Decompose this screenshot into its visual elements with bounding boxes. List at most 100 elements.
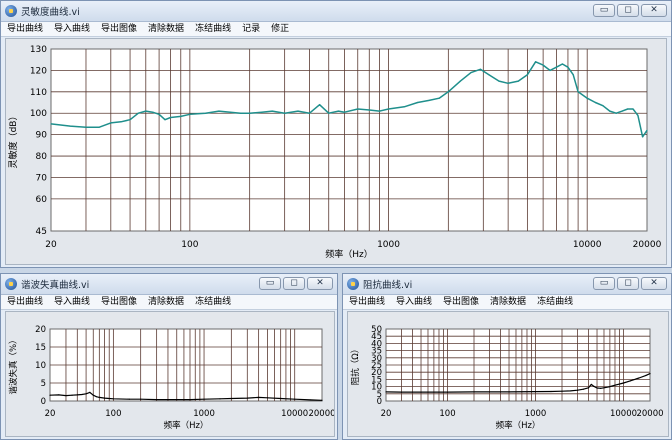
- data-point: [590, 383, 592, 386]
- data-point: [167, 398, 169, 401]
- data-point: [297, 110, 299, 112]
- data-point: [488, 74, 490, 76]
- menu-import-curve[interactable]: 导入曲线: [396, 295, 432, 309]
- menu-freeze-curve[interactable]: 冻结曲线: [537, 295, 573, 309]
- data-point: [368, 109, 370, 111]
- menu-import-curve[interactable]: 导入曲线: [54, 295, 90, 309]
- y-tick-label: 120: [30, 66, 47, 76]
- x-tick-label: 20000: [636, 409, 663, 419]
- x-tick-label: 1000: [525, 409, 547, 419]
- data-point: [561, 390, 563, 392]
- menu-import-curve[interactable]: 导入曲线: [54, 22, 90, 36]
- x-tick-label: 1000: [193, 409, 215, 419]
- data-point: [641, 136, 644, 138]
- y-tick-label: 45: [36, 227, 47, 237]
- data-point: [294, 398, 296, 400]
- data-point: [385, 391, 387, 393]
- minimize-button[interactable]: ▭: [259, 277, 281, 290]
- impedance-chart[interactable]: 0510152025303540455020 100 1000 10000 20000频…: [348, 312, 668, 436]
- data-point: [308, 112, 311, 114]
- data-point: [594, 101, 597, 104]
- sensitivity-chart[interactable]: 45 60 70 80 90 100 110 120 130 20 100 1000 10000 2000…: [6, 39, 666, 264]
- data-point: [535, 61, 537, 63]
- data-point: [239, 112, 242, 114]
- data-point: [555, 66, 558, 68]
- close-button[interactable]: ✕: [641, 277, 667, 290]
- y-tick-label: 130: [30, 45, 47, 55]
- menu-record[interactable]: 记录: [242, 22, 260, 36]
- y-tick-label: 0: [41, 397, 46, 407]
- minimize-button[interactable]: ▭: [593, 4, 615, 17]
- x-tick-label: 20000: [308, 409, 334, 419]
- menu-freeze-curve[interactable]: 冻结曲线: [195, 22, 231, 36]
- data-point: [89, 391, 91, 393]
- thd-menubar: 导出曲线 导入曲线 导出图像 清除数据 冻结曲线: [1, 295, 337, 310]
- vi-app-icon: [347, 278, 359, 290]
- data-point: [582, 388, 584, 390]
- sensitivity-menubar: 导出曲线 导入曲线 导出图像 清除数据 冻结曲线 记录 修正: [1, 22, 671, 37]
- y-tick-label: 20: [35, 325, 46, 335]
- data-point: [49, 394, 51, 396]
- impedance-titlebar[interactable]: 阻抗曲线.vi ▭ ◻ ✕: [343, 274, 671, 295]
- y-axis-title: 谐波失真（%）: [8, 335, 19, 394]
- vi-app-icon: [5, 278, 17, 290]
- menu-clear-data[interactable]: 清除数据: [148, 22, 184, 36]
- data-point: [569, 390, 572, 392]
- data-point: [128, 398, 130, 400]
- data-point: [517, 80, 519, 82]
- minimize-button[interactable]: ▭: [593, 277, 615, 290]
- menu-clear-data[interactable]: 清除数据: [148, 295, 184, 309]
- data-point: [284, 112, 286, 114]
- y-tick-label: 80: [36, 152, 48, 162]
- data-point: [646, 129, 648, 131]
- data-point: [549, 69, 551, 72]
- x-tick-label: 20: [381, 409, 392, 419]
- thd-chart[interactable]: 0 5 10 15 20 20 100 1000 10000 20000 频率（Hz） 谐波失真（%）: [6, 312, 334, 436]
- data-point: [507, 82, 509, 84]
- impedance-menubar: 导出曲线 导入曲线 导出图像 清除数据 冻结曲线: [343, 295, 671, 310]
- x-tick-label: 1000: [377, 240, 400, 250]
- data-point: [81, 393, 83, 396]
- data-point: [170, 116, 172, 119]
- data-point: [58, 394, 60, 396]
- data-point: [337, 110, 340, 112]
- y-axis-title: 灵敏度（dB）: [7, 112, 19, 169]
- thd-titlebar[interactable]: 谐波失真曲线.vi ▭ ◻ ✕: [1, 274, 337, 295]
- data-point: [632, 108, 634, 110]
- sensitivity-window: 灵敏度曲线.vi ▭ ◻ ✕ 导出曲线 导入曲线 导出图像 清除数据 冻结曲线 …: [0, 0, 672, 268]
- menu-export-curve[interactable]: 导出曲线: [7, 295, 43, 309]
- menu-freeze-curve[interactable]: 冻结曲线: [195, 295, 231, 309]
- y-tick-label: 5: [41, 379, 46, 389]
- y-tick-label: 70: [36, 173, 48, 183]
- menu-export-curve[interactable]: 导出曲线: [7, 22, 43, 36]
- data-point: [603, 387, 605, 389]
- x-axis-title: 频率（Hz）: [164, 420, 209, 431]
- close-button[interactable]: ✕: [641, 4, 667, 17]
- data-point: [470, 71, 472, 74]
- menu-export-image[interactable]: 导出图像: [101, 295, 137, 309]
- menu-export-image[interactable]: 导出图像: [101, 22, 137, 36]
- data-point: [387, 108, 390, 110]
- x-tick-label: 10000: [573, 240, 602, 250]
- menu-export-curve[interactable]: 导出曲线: [349, 295, 385, 309]
- data-point: [249, 112, 251, 114]
- x-tick-label: 100: [181, 240, 198, 250]
- data-point: [230, 397, 232, 400]
- data-point: [158, 113, 160, 115]
- data-point: [576, 389, 579, 391]
- menu-export-image[interactable]: 导出图像: [443, 295, 479, 309]
- close-button[interactable]: ✕: [307, 277, 333, 290]
- sensitivity-titlebar[interactable]: 灵敏度曲线.vi ▭ ◻ ✕: [1, 1, 671, 22]
- x-tick-label: 20: [45, 240, 57, 250]
- data-point: [403, 106, 405, 108]
- menu-correct[interactable]: 修正: [271, 22, 289, 36]
- data-point: [498, 80, 500, 82]
- data-point: [229, 111, 232, 113]
- data-point: [446, 391, 449, 393]
- restore-button[interactable]: ◻: [283, 277, 305, 290]
- data-point: [261, 111, 263, 113]
- restore-button[interactable]: ◻: [617, 4, 639, 17]
- restore-button[interactable]: ◻: [617, 277, 639, 290]
- menu-clear-data[interactable]: 清除数据: [490, 295, 526, 309]
- data-point: [258, 396, 260, 398]
